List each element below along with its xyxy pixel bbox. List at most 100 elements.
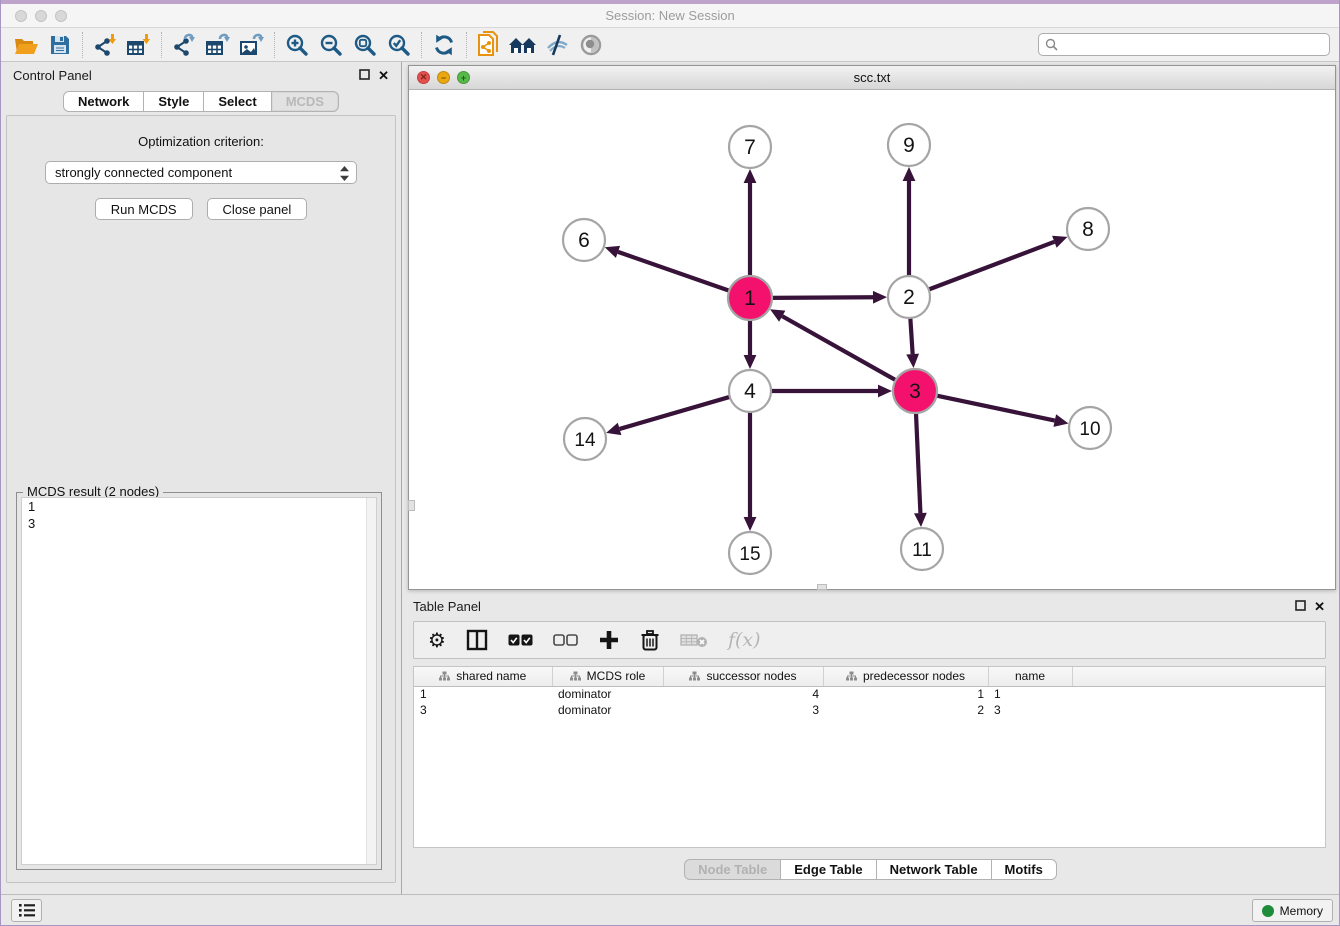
home-button[interactable] [506, 30, 540, 60]
mcds-result-textarea[interactable]: 1 3 [21, 497, 377, 865]
memory-button[interactable]: Memory [1252, 899, 1333, 922]
tab-style[interactable]: Style [144, 91, 204, 112]
export-table-icon [205, 33, 231, 57]
svg-text:6: 6 [578, 229, 590, 252]
node-table[interactable]: shared name MCDS role successor nodes pr… [413, 666, 1326, 848]
network-file-icon [477, 31, 501, 59]
home-icon [507, 33, 539, 57]
svg-text:2: 2 [903, 286, 915, 309]
result-scrollbar[interactable] [366, 498, 376, 864]
toolbar-separator [421, 32, 422, 58]
column-visibility-button[interactable] [466, 629, 488, 651]
trash-icon [640, 629, 660, 652]
hierarchy-icon [689, 671, 700, 681]
cell-predecessor-nodes[interactable]: 1 [823, 686, 988, 702]
search-input[interactable] [1063, 38, 1323, 52]
table-panel-header: Table Panel ✕ [402, 593, 1339, 619]
add-column-button[interactable] [598, 629, 620, 651]
export-table-button[interactable] [201, 30, 235, 60]
tab-select[interactable]: Select [204, 91, 271, 112]
cell-successor-nodes[interactable]: 4 [663, 686, 823, 702]
refresh-view-button[interactable] [427, 30, 461, 60]
list-icon [18, 903, 36, 918]
column-header-name[interactable]: name [988, 667, 1072, 686]
tab-motifs[interactable]: Motifs [992, 859, 1057, 880]
table-row[interactable]: 1 dominator 4 1 1 [414, 686, 1325, 702]
tab-network[interactable]: Network [63, 91, 144, 112]
network-graph[interactable]: 7968124314101511 [409, 91, 1337, 589]
main-toolbar [1, 28, 1339, 62]
column-header-shared-name[interactable]: shared name [414, 667, 552, 686]
table-row[interactable]: 3 dominator 3 2 3 [414, 702, 1325, 718]
column-header-mcds-role[interactable]: MCDS role [552, 667, 663, 686]
column-header-filler [1072, 667, 1325, 686]
svg-text:1: 1 [744, 287, 756, 310]
cell-successor-nodes[interactable]: 3 [663, 702, 823, 718]
tab-edge-table[interactable]: Edge Table [781, 859, 876, 880]
right-area: ✕ − + scc.txt 7968124314101511 Table Pan… [402, 62, 1339, 894]
tab-node-table[interactable]: Node Table [684, 859, 781, 880]
close-panel-icon[interactable]: ✕ [1314, 599, 1325, 614]
import-network-icon [92, 33, 118, 57]
function-builder-button[interactable]: f(x) [728, 629, 761, 651]
cell-mcds-role[interactable]: dominator [552, 702, 663, 718]
mcds-result-group: MCDS result (2 nodes) 1 3 [16, 492, 382, 870]
cell-name[interactable]: 3 [988, 702, 1072, 718]
window-titlebar[interactable]: Session: New Session [1, 4, 1339, 28]
task-history-button[interactable] [11, 899, 42, 922]
network-file-button[interactable] [472, 30, 506, 60]
close-panel-button[interactable]: Close panel [207, 198, 308, 220]
network-canvas[interactable]: 7968124314101511 [409, 91, 1335, 589]
import-table-button[interactable] [122, 30, 156, 60]
column-header-successor-nodes[interactable]: successor nodes [663, 667, 823, 686]
optimization-criterion-select[interactable]: strongly connected component [45, 161, 357, 184]
zoom-selected-icon [387, 33, 411, 57]
cell-mcds-role[interactable]: dominator [552, 686, 663, 702]
show-graphics-details-button[interactable] [574, 30, 608, 60]
export-image-button[interactable] [235, 30, 269, 60]
open-file-button[interactable] [9, 30, 43, 60]
svg-text:4: 4 [744, 380, 756, 403]
zoom-fit-button[interactable] [348, 30, 382, 60]
svg-text:7: 7 [744, 136, 756, 159]
export-network-button[interactable] [167, 30, 201, 60]
memory-status-icon [1262, 905, 1274, 917]
delete-table-button[interactable] [680, 632, 708, 648]
table-options-button[interactable]: ⚙ [428, 630, 446, 650]
float-panel-icon[interactable] [359, 68, 370, 83]
zoom-in-button[interactable] [280, 30, 314, 60]
network-view-window: ✕ − + scc.txt 7968124314101511 [408, 65, 1336, 590]
zoom-selected-button[interactable] [382, 30, 416, 60]
float-panel-icon[interactable] [1295, 599, 1306, 614]
splitter-handle-horizontal[interactable] [817, 584, 827, 590]
tab-network-table[interactable]: Network Table [877, 859, 992, 880]
svg-text:15: 15 [739, 544, 760, 565]
close-panel-icon[interactable]: ✕ [378, 68, 389, 83]
open-folder-icon [13, 34, 39, 56]
toolbar-separator [466, 32, 467, 58]
status-bar: Memory [1, 894, 1339, 925]
network-window-titlebar[interactable]: ✕ − + scc.txt [409, 66, 1335, 90]
toolbar-separator [82, 32, 83, 58]
cell-shared-name[interactable]: 1 [414, 686, 552, 702]
import-network-button[interactable] [88, 30, 122, 60]
cell-predecessor-nodes[interactable]: 2 [823, 702, 988, 718]
run-mcds-button[interactable]: Run MCDS [95, 198, 193, 220]
deselect-all-button[interactable] [553, 634, 578, 646]
svg-text:14: 14 [574, 430, 596, 451]
zoom-out-button[interactable] [314, 30, 348, 60]
cell-shared-name[interactable]: 3 [414, 702, 552, 718]
select-chevrons-icon [339, 165, 350, 185]
cell-name[interactable]: 1 [988, 686, 1072, 702]
splitter-handle-vertical[interactable] [408, 500, 415, 511]
save-session-button[interactable] [43, 30, 77, 60]
column-header-predecessor-nodes[interactable]: predecessor nodes [823, 667, 988, 686]
zoom-fit-icon [353, 33, 377, 57]
toolbar-search-field[interactable] [1038, 33, 1330, 56]
select-all-button[interactable] [508, 634, 533, 646]
tab-mcds[interactable]: MCDS [272, 91, 339, 112]
delete-column-button[interactable] [640, 629, 660, 652]
hierarchy-icon [846, 671, 857, 681]
hide-graphics-details-button[interactable] [540, 30, 574, 60]
optimization-criterion-label: Optimization criterion: [7, 134, 395, 149]
